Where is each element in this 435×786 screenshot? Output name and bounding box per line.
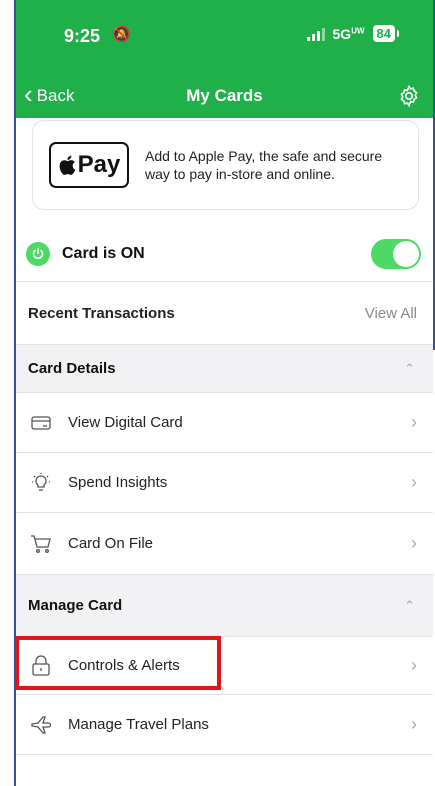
chevron-up-icon: ⌃ [404, 597, 415, 613]
section-title: Manage Card [28, 597, 123, 614]
app-header: 9:25 🔕 5GUW 84 ‹ Back My Cards [16, 0, 433, 118]
view-all-link[interactable]: View All [365, 305, 417, 322]
section-title: Card Details [28, 360, 116, 377]
chevron-right-icon: › [411, 533, 417, 553]
chevron-up-icon: ⌃ [404, 360, 415, 376]
lightbulb-icon [30, 472, 52, 494]
list-item-card-on-file[interactable]: Card On File › [16, 513, 433, 575]
list-item-manage-travel-plans[interactable]: Manage Travel Plans › [16, 695, 433, 755]
gear-icon[interactable] [397, 84, 421, 108]
manage-card-header[interactable]: Manage Card ⌃ [16, 575, 433, 637]
chevron-left-icon: ‹ [24, 79, 33, 109]
list-item-label: Manage Travel Plans [68, 716, 209, 733]
list-item-spend-insights[interactable]: Spend Insights › [16, 453, 433, 513]
apple-pay-badge[interactable]: Pay [49, 142, 129, 188]
airplane-icon [30, 714, 52, 736]
recent-transactions-row: Recent Transactions View All [16, 283, 433, 345]
apple-pay-badge-text: Pay [77, 151, 121, 178]
status-indicators: 5GUW 84 [306, 25, 400, 42]
status-time: 9:25 [64, 26, 101, 46]
back-button[interactable]: ‹ Back [24, 79, 75, 109]
chevron-right-icon: › [411, 412, 417, 432]
cart-icon [30, 533, 52, 555]
apple-pay-banner[interactable]: Pay Add to Apple Pay, the safe and secur… [32, 120, 419, 210]
chevron-right-icon: › [411, 714, 417, 734]
card-icon [30, 412, 52, 434]
page-title: My Cards [186, 86, 263, 105]
battery-icon: 84 [372, 25, 400, 42]
apple-pay-message: Add to Apple Pay, the safe and secure wa… [145, 148, 383, 182]
network-label: 5GUW [332, 25, 365, 42]
phone-screen: 9:25 🔕 5GUW 84 ‹ Back My Cards Pay Add t… [16, 0, 433, 786]
back-label: Back [36, 86, 75, 105]
silent-bell-icon: 🔕 [112, 26, 131, 43]
card-status-row: Card is ON [16, 226, 433, 282]
recent-transactions-label: Recent Transactions [28, 305, 175, 322]
highlight-box [16, 636, 221, 690]
list-item-label: View Digital Card [68, 414, 183, 431]
list-item-view-digital-card[interactable]: View Digital Card › [16, 393, 433, 453]
chevron-right-icon: › [411, 655, 417, 675]
card-details-header[interactable]: Card Details ⌃ [16, 345, 433, 393]
card-status-label: Card is ON [62, 244, 145, 262]
list-item-label: Card On File [68, 535, 154, 552]
power-icon [26, 241, 50, 266]
signal-icon [306, 27, 325, 41]
list-item-label: Spend Insights [68, 474, 168, 491]
chevron-right-icon: › [411, 472, 417, 492]
apple-logo-icon [59, 155, 75, 175]
card-on-toggle[interactable] [371, 238, 421, 269]
navigation-bar: ‹ Back My Cards [16, 78, 433, 114]
